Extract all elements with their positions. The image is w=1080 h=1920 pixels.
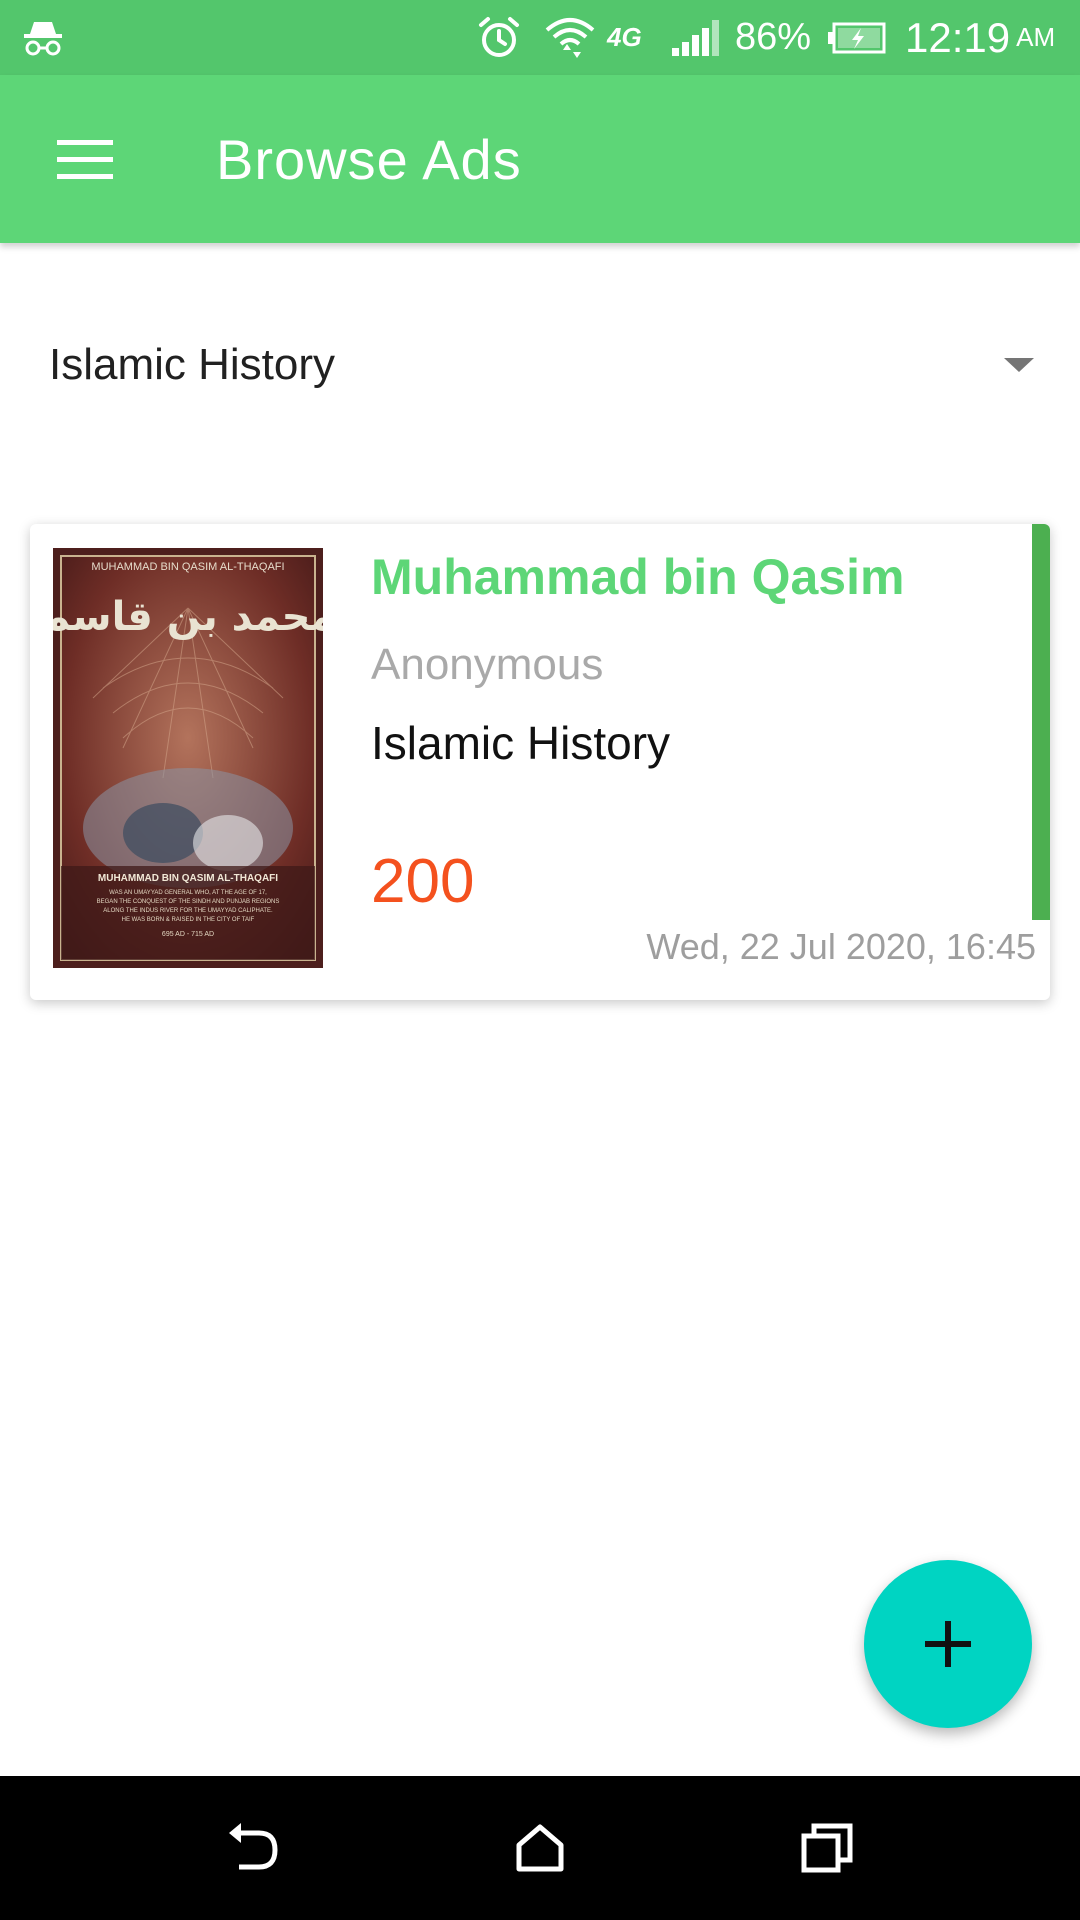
- category-dropdown[interactable]: Islamic History: [30, 320, 1050, 410]
- ad-card-accent-bar: [1032, 524, 1050, 920]
- page-title: Browse Ads: [216, 127, 522, 191]
- recents-icon: [801, 1823, 853, 1873]
- dropdown-arrow-icon: [1004, 358, 1034, 372]
- clock-am-pm: AM: [1016, 22, 1056, 52]
- clock: 12:19 AM: [905, 0, 1055, 75]
- battery-percent: 86%: [735, 16, 812, 58]
- alarm-icon: [476, 0, 522, 75]
- category-dropdown-value: Islamic History: [49, 340, 336, 389]
- incognito-icon: [22, 0, 64, 75]
- cover-caption-line: BEGAN THE CONQUEST OF THE SINDH AND PUNJ…: [97, 899, 280, 905]
- ad-date: Wed, 22 Jul 2020, 16:45: [646, 926, 1036, 967]
- book-cover-image[interactable]: MUHAMMAD BIN QASIM AL-THAQAFI محمد بن قا…: [53, 548, 323, 968]
- ad-card[interactable]: MUHAMMAD BIN QASIM AL-THAQAFI محمد بن قا…: [30, 524, 1050, 1000]
- ad-price: 200: [371, 847, 475, 916]
- recents-button[interactable]: [782, 1803, 872, 1893]
- add-ad-button[interactable]: [864, 1560, 1032, 1728]
- battery-charging-icon: [828, 0, 886, 75]
- home-icon: [516, 1824, 564, 1872]
- status-bar: 4G 86% 12:19 AM: [0, 0, 1080, 75]
- menu-button[interactable]: [40, 115, 130, 205]
- cover-caption-line: HE WAS BORN & RAISED IN THE CITY OF TAIF: [122, 917, 255, 923]
- back-icon: [229, 1823, 278, 1870]
- ad-category: Islamic History: [371, 717, 671, 769]
- cover-years: 695 AD - 715 AD: [162, 931, 214, 938]
- signal-icon: [672, 0, 720, 75]
- cover-caption-line: WAS AN UMAYYAD GENERAL WHO, AT THE AGE O…: [109, 890, 267, 896]
- 4g-icon: 4G: [607, 22, 642, 52]
- wifi-icon: [543, 0, 597, 75]
- ad-author: Anonymous: [371, 640, 604, 689]
- cover-caption-line: ALONG THE INDUS RIVER FOR THE UMAYYAD CA…: [103, 908, 273, 914]
- cover-arabic-title: محمد بن قاسم: [53, 594, 323, 640]
- home-button[interactable]: [495, 1803, 585, 1893]
- ad-title[interactable]: Muhammad bin Qasim: [371, 548, 904, 606]
- app-bar: Browse Ads: [0, 75, 1080, 243]
- cover-caption-title: MUHAMMAD BIN QASIM AL-THAQAFI: [98, 873, 278, 884]
- cover-header-text: MUHAMMAD BIN QASIM AL-THAQAFI: [91, 561, 284, 573]
- back-button[interactable]: [208, 1803, 298, 1893]
- system-nav-bar: [0, 1776, 1080, 1920]
- clock-time: 12:19: [905, 13, 1011, 61]
- plus-icon: [925, 1621, 971, 1667]
- hamburger-menu-icon: [57, 140, 113, 179]
